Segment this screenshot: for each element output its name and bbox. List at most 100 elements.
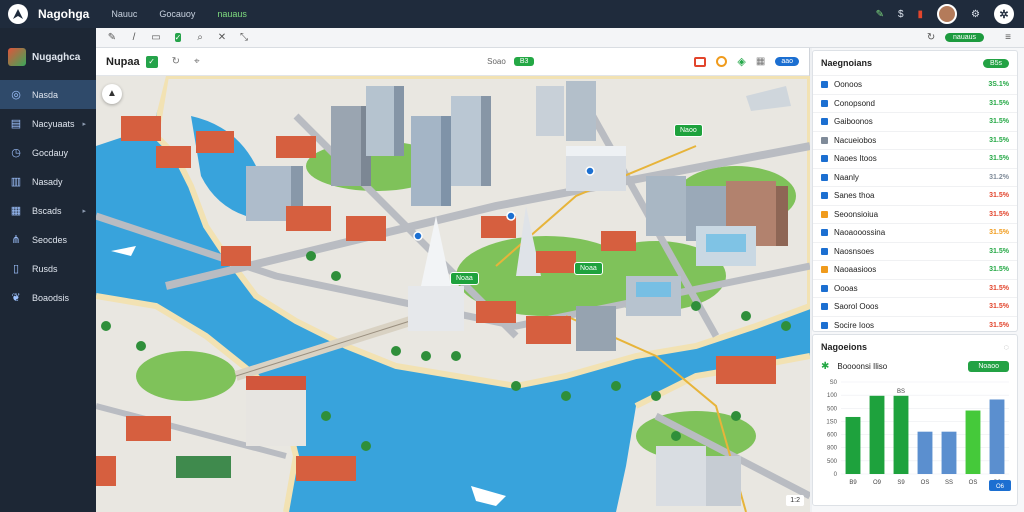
map-scale[interactable]: 1:2: [786, 495, 804, 506]
chart-bar[interactable]: [893, 395, 909, 474]
list-item-value: 31.5%: [989, 321, 1009, 329]
sidebar-item-6[interactable]: ⋔ Seocdes: [0, 225, 96, 254]
map-marker-1[interactable]: Naoo: [674, 124, 703, 137]
map-panel: Nupaa ✓ ↻ ⌖ Soao B3 ◈ ▦ aao ▲ Naoo Noaa …: [96, 48, 810, 512]
list-item[interactable]: Gaiboonos 31.5%: [813, 112, 1017, 131]
slash-icon[interactable]: /: [128, 32, 140, 43]
sidebar-brand-label: Nugaghca: [32, 51, 81, 63]
shield-icon[interactable]: ◈: [737, 55, 745, 68]
chart-title: Nagoeions: [821, 342, 868, 352]
list-item[interactable]: Naanly 31.2%: [813, 167, 1017, 187]
list-item-value: 31.5%: [989, 210, 1009, 218]
map-mode-pill[interactable]: aao: [775, 57, 799, 66]
sidebar-item-4[interactable]: ▥ Nasady: [0, 167, 96, 196]
dollar-icon[interactable]: $: [898, 9, 904, 20]
sidebar-item-5[interactable]: ▦ Bscads ▸: [0, 196, 96, 225]
list-item-label: Saorol Ooos: [834, 302, 879, 312]
chart-bar[interactable]: [917, 431, 933, 474]
battery-icon[interactable]: ▮: [918, 9, 924, 20]
compass-icon[interactable]: ▲: [102, 84, 122, 104]
sidebar-item-2[interactable]: ▤ Nacyuaats ▸: [0, 109, 96, 138]
x-tick-label: SS: [945, 480, 953, 486]
list-item[interactable]: Conopsond 31.5%: [813, 93, 1017, 113]
check-icon[interactable]: ✓: [145, 55, 158, 68]
chart-bar[interactable]: [869, 395, 885, 474]
list-item-label: Gaiboonos: [834, 117, 873, 127]
chevron-right-icon: ▸: [82, 120, 86, 128]
list-badge[interactable]: B5s: [982, 58, 1009, 68]
list-item[interactable]: Naoaasioos 31.5%: [813, 260, 1017, 279]
status-dot-icon: [821, 210, 828, 218]
history-icon[interactable]: [716, 56, 728, 67]
list-item[interactable]: Oonoos 3S.1%: [813, 75, 1017, 94]
top-nav-item-3[interactable]: nauaus: [217, 9, 247, 19]
browser-toolbar: ✎ / ▭ ✓ ⌕ ✕ ⤡ ↻ nauaus ≡: [96, 28, 1024, 48]
leaf-icon: ❦: [11, 291, 21, 304]
file-icon[interactable]: ▭: [150, 32, 162, 43]
list-item-value: 31.5%: [989, 266, 1009, 274]
sidebar-item-label: Gocdauy: [32, 147, 69, 158]
list-item[interactable]: Nacueiobos 31.5%: [813, 130, 1017, 150]
status-pill[interactable]: nauaus: [945, 33, 984, 42]
sidebar-item-label: Nasda: [32, 89, 59, 100]
list-item[interactable]: Oooas 31.5%: [813, 278, 1017, 298]
expand-icon[interactable]: ⤡: [238, 32, 250, 43]
chart-bar[interactable]: [941, 431, 957, 474]
map-toolbar: Nupaa ✓ ↻ ⌖ Soao B3 ◈ ▦ aao: [96, 48, 809, 76]
list-item[interactable]: Saorol Ooos 31.5%: [813, 297, 1017, 316]
list-item[interactable]: Sanes thoa 31.5%: [813, 186, 1017, 205]
refresh-icon[interactable]: ↻: [172, 56, 180, 67]
map-marker-2[interactable]: Noaa: [574, 262, 603, 275]
list-header: Naegnoians B5s: [813, 51, 1017, 75]
grid-icon[interactable]: ▦: [756, 56, 765, 67]
sidebar-item-label: Rusds: [32, 263, 58, 274]
list-item-label: Naoes Itoos: [834, 154, 877, 164]
list-item-label: Naosnsoes: [834, 246, 875, 256]
status-dot-icon: [821, 81, 828, 89]
chart-bar[interactable]: [965, 410, 981, 474]
pin-icon[interactable]: ✎: [876, 9, 884, 20]
screen-icon[interactable]: [694, 56, 707, 67]
chart-bar[interactable]: [845, 416, 861, 474]
check-icon[interactable]: ✓: [172, 32, 184, 44]
top-nav-item-1[interactable]: Nauuc: [111, 9, 137, 19]
sidebar-item-label: Nacyuaats: [32, 118, 75, 129]
sidebar-item-8[interactable]: ❦ Boaodsis: [0, 283, 96, 312]
list-item[interactable]: Socire Ioos 31.5%: [813, 315, 1017, 335]
sidebar-item-3[interactable]: ◷ Gocdauy: [0, 138, 96, 167]
sidebar-brand: Nugaghca: [0, 46, 96, 68]
help-icon[interactable]: ✲: [994, 4, 1014, 24]
list-item[interactable]: Naoaooossina 31.5%: [813, 223, 1017, 242]
edit-icon[interactable]: ✎: [106, 32, 118, 43]
list-item-value: 3S.1%: [988, 81, 1009, 89]
list-item-label: Naoaasioos: [834, 265, 877, 275]
map-count-badge[interactable]: B3: [513, 57, 535, 66]
chart-badge[interactable]: Noaoo: [968, 361, 1009, 372]
search-icon[interactable]: ⌕: [194, 32, 206, 43]
list-item[interactable]: Naoes Itoos 31.5%: [813, 149, 1017, 168]
refresh-icon[interactable]: ↻: [925, 32, 937, 43]
info-icon[interactable]: ◌: [1004, 342, 1009, 352]
menu-icon[interactable]: ≡: [1002, 32, 1014, 43]
status-dot-icon: [821, 155, 828, 163]
map-marker-3[interactable]: Noaa: [450, 272, 479, 285]
right-panel: Naegnoians B5s Oonoos 3S.1% Conopsond 31.5%…: [812, 48, 1024, 512]
top-nav-item-2[interactable]: Gocauoy: [159, 9, 195, 19]
list-item-value: 31.5%: [989, 303, 1009, 311]
layers-icon: ▤: [10, 117, 22, 130]
app-logo-icon[interactable]: [8, 4, 28, 24]
city-map[interactable]: ▲ Naoo Noaa Noaa 1:2: [96, 76, 810, 512]
settings-icon[interactable]: ⚙: [971, 9, 980, 20]
sidebar-item-7[interactable]: ▯ Rusds: [0, 254, 96, 283]
close-icon[interactable]: ✕: [216, 32, 228, 43]
avatar[interactable]: [937, 4, 958, 24]
list-item-value: 31.2%: [989, 173, 1009, 181]
document-icon: ▦: [10, 204, 22, 217]
list-item[interactable]: Seoonsioiua 31.5%: [813, 204, 1017, 224]
pin-icon[interactable]: ⌖: [194, 56, 200, 67]
list-item[interactable]: Naosnsoes 31.5%: [813, 241, 1017, 261]
status-dot-icon: [821, 173, 828, 181]
sidebar-item-1[interactable]: ◎ Nasda: [0, 80, 96, 109]
chart-bar[interactable]: [989, 399, 1005, 474]
chart-footer-badge-label: O6: [996, 484, 1005, 490]
